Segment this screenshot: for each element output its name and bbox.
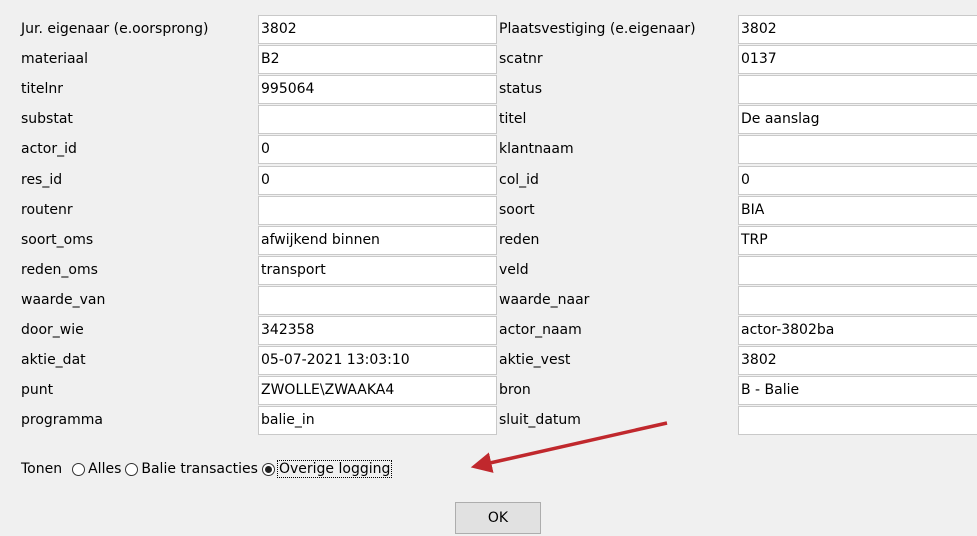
field-input[interactable] xyxy=(258,105,497,134)
field-label: klantnaam xyxy=(499,141,574,157)
field-label: materiaal xyxy=(21,51,89,67)
radio-alles-circle[interactable] xyxy=(72,462,86,476)
field-input[interactable]: 0 xyxy=(258,135,497,164)
radio-overige-logging[interactable]: Overige logging xyxy=(261,460,393,478)
field-label: reden xyxy=(499,232,540,248)
field-label: routenr xyxy=(21,202,73,218)
field-label: aktie_dat xyxy=(21,352,86,368)
radio-balie-transacties-circle[interactable] xyxy=(125,462,139,476)
field-input[interactable]: 0 xyxy=(258,166,497,195)
field-input[interactable]: 0137 xyxy=(738,45,977,74)
form-row: soort_oms afwijkend binnen reden TRP xyxy=(0,226,977,256)
form-row: res_id 0 col_id 0 xyxy=(0,166,977,196)
radio-balie-transacties-label[interactable]: Balie transacties xyxy=(141,461,258,477)
field-input[interactable]: 342358 xyxy=(258,316,497,345)
form-row: door_wie 342358 actor_naam actor-3802ba xyxy=(0,316,977,346)
field-label: waarde_van xyxy=(21,292,106,308)
field-input[interactable] xyxy=(738,135,977,164)
form-row: titelnr 995064 status xyxy=(0,75,977,105)
form-row: actor_id 0 klantnaam xyxy=(0,135,977,165)
field-label: bron xyxy=(499,382,531,398)
field-input[interactable] xyxy=(258,286,497,315)
field-label: scatnr xyxy=(499,51,543,67)
form-row: Jur. eigenaar (e.oorsprong) 3802 Plaatsves… xyxy=(0,15,977,45)
field-label: Jur. eigenaar (e.oorsprong) xyxy=(21,21,209,37)
form-row: waarde_van waarde_naar xyxy=(0,286,977,316)
field-input[interactable]: B - Balie xyxy=(738,376,977,405)
field-input[interactable]: 3802 xyxy=(738,346,977,375)
field-input[interactable]: 05-07-2021 13:03:10 xyxy=(258,346,497,375)
field-input[interactable] xyxy=(738,256,977,285)
form-row: substat titel De aanslag xyxy=(0,105,977,135)
field-label: substat xyxy=(21,111,73,127)
form-row: materiaal B2 scatnr 0137 xyxy=(0,45,977,75)
field-input[interactable] xyxy=(738,406,977,435)
field-label: waarde_naar xyxy=(499,292,590,308)
tonen-radio-group: Tonen Alles Balie transacties Overige lo… xyxy=(21,457,395,481)
field-input[interactable]: 3802 xyxy=(738,15,977,44)
field-label: door_wie xyxy=(21,322,84,338)
radio-overige-logging-dot xyxy=(264,465,272,473)
field-label: reden_oms xyxy=(21,262,98,278)
field-label: actor_naam xyxy=(499,322,582,338)
form-row: reden_oms transport veld xyxy=(0,256,977,286)
form-row: routenr soort BIA xyxy=(0,196,977,226)
field-label: soort_oms xyxy=(21,232,94,248)
field-label: programma xyxy=(21,412,103,428)
ok-button[interactable]: OK xyxy=(455,502,541,534)
field-label: status xyxy=(499,81,543,97)
field-label: soort xyxy=(499,202,535,218)
field-input[interactable]: De aanslag xyxy=(738,105,977,134)
field-input[interactable]: transport xyxy=(258,256,497,285)
field-label: punt xyxy=(21,382,54,398)
field-label: res_id xyxy=(21,172,63,188)
form-row: aktie_dat 05-07-2021 13:03:10 aktie_vest 38… xyxy=(0,346,977,376)
field-input[interactable]: 3802 xyxy=(258,15,497,44)
form-row: programma balie_in sluit_datum xyxy=(0,406,977,436)
field-label: Plaatsvestiging (e.eigenaar) xyxy=(499,21,696,37)
field-label: titel xyxy=(499,111,527,127)
field-label: titelnr xyxy=(21,81,63,97)
field-input[interactable] xyxy=(738,75,977,104)
radio-overige-logging-circle[interactable] xyxy=(261,462,275,476)
field-label: veld xyxy=(499,262,529,278)
field-input[interactable] xyxy=(258,196,497,225)
radio-overige-logging-label[interactable]: Overige logging xyxy=(276,460,393,478)
field-label: sluit_datum xyxy=(499,412,581,428)
radio-alles[interactable]: Alles xyxy=(72,461,121,477)
tonen-label: Tonen xyxy=(21,461,63,477)
field-input[interactable] xyxy=(738,286,977,315)
field-input[interactable]: TRP xyxy=(738,226,977,255)
field-input[interactable]: 995064 xyxy=(258,75,497,104)
radio-balie-transacties[interactable]: Balie transacties xyxy=(125,461,258,477)
radio-alles-label[interactable]: Alles xyxy=(88,461,121,477)
field-input[interactable]: B2 xyxy=(258,45,497,74)
field-input[interactable]: afwijkend binnen xyxy=(258,226,497,255)
field-label: aktie_vest xyxy=(499,352,571,368)
detail-form: Jur. eigenaar (e.oorsprong) 3802 Plaatsves… xyxy=(0,0,977,440)
field-input[interactable]: actor-3802ba xyxy=(738,316,977,345)
field-input[interactable]: balie_in xyxy=(258,406,497,435)
field-input[interactable]: BIA xyxy=(738,196,977,225)
field-label: actor_id xyxy=(21,141,77,157)
field-input[interactable]: 0 xyxy=(738,166,977,195)
field-label: col_id xyxy=(499,172,539,188)
form-row: punt ZWOLLE\ZWAAKA4 bron B - Balie xyxy=(0,376,977,406)
field-input[interactable]: ZWOLLE\ZWAAKA4 xyxy=(258,376,497,405)
